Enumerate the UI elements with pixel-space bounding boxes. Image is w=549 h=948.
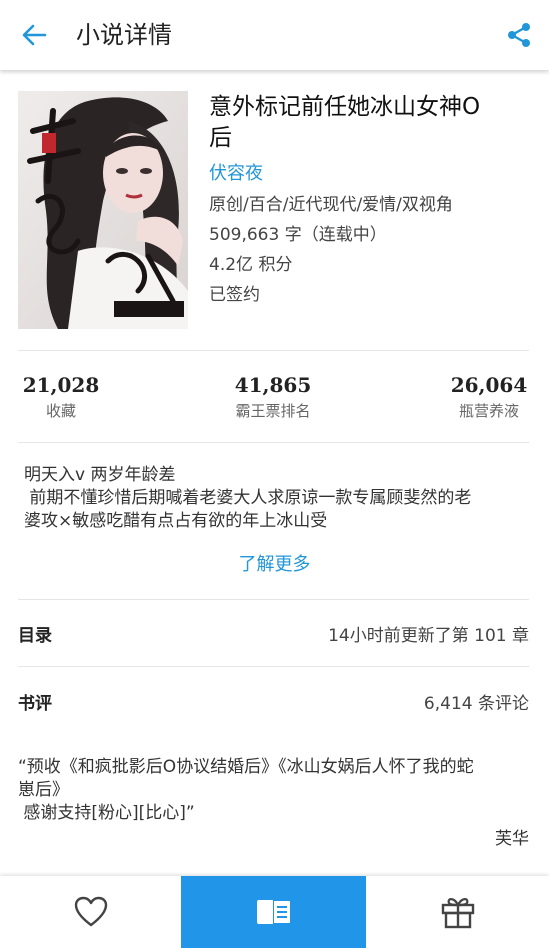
description-line: 前期不懂珍惜后期喊着老婆大人求原谅一款专属顾斐然的老 [24, 488, 472, 508]
book-title-line2: 后 [209, 125, 232, 151]
top-app-bar: 小说详情 [0, 0, 549, 70]
stats-row: 21,028 收藏 41,865 霸王票排名 26,064 瓶营养液 [18, 370, 529, 430]
divider [18, 350, 529, 351]
quote-line: 崽后》 [18, 780, 69, 800]
quote-line: “预收《和疯批影后O协议结婚后》《冰山女娲后人怀了我的蛇 [18, 757, 474, 777]
book-cover-art [18, 91, 188, 329]
catalog-row[interactable]: 目录 14小时前更新了第 101 章 [18, 616, 529, 650]
stat-label: 收藏 [45, 402, 76, 420]
page-title: 小说详情 [76, 21, 172, 49]
divider [18, 442, 529, 443]
back-button[interactable] [14, 17, 54, 53]
reviews-row[interactable]: 书评 6,414 条评论 [18, 684, 529, 718]
score: 4.2亿 积分 [209, 255, 293, 275]
book-title: 意外标记前任她冰山女神O 后 [209, 92, 539, 154]
favorite-button[interactable] [0, 876, 181, 948]
catalog-label: 目录 [18, 625, 52, 646]
stat-label: 霸王票排名 [235, 402, 311, 420]
author-link[interactable]: 伏容夜 [209, 162, 539, 186]
book-read-icon [256, 900, 291, 924]
bottom-nav [0, 876, 549, 948]
stat-label: 瓶营养液 [458, 402, 519, 420]
book-title-line1: 意外标记前任她冰山女神O [209, 94, 481, 120]
reviews-count: 6,414 条评论 [423, 693, 529, 714]
share-button[interactable] [499, 15, 539, 55]
stat-value: 41,865 [234, 373, 312, 397]
quote-line: 感谢支持[粉心][比心]” [18, 803, 195, 823]
word-count: 509,663 字（连载中） [209, 225, 387, 245]
description-line: 婆攻×敏感吃醋有点占有欲的年上冰山受 [24, 511, 328, 531]
stat-nutrient: 26,064 瓶营养液 [449, 370, 529, 422]
gift-button[interactable] [366, 876, 549, 948]
heart-icon [74, 896, 107, 927]
description-line: 明天入v 两岁年龄差 [24, 465, 176, 485]
stat-favorites: 21,028 收藏 [18, 370, 104, 422]
arrow-left-icon [22, 24, 47, 46]
catalog-update: 14小时前更新了第 101 章 [328, 625, 529, 646]
sign-status: 已签约 [209, 285, 260, 305]
divider [18, 666, 529, 667]
review-quote[interactable]: “预收《和疯批影后O协议结婚后》《冰山女娲后人怀了我的蛇 崽后》 感谢支持[粉心… [18, 756, 528, 825]
quote-author: 芙华 [495, 829, 529, 849]
book-description: 明天入v 两岁年龄差 前期不懂珍惜后期喊着老婆大人求原谅一款专属顾斐然的老 婆攻… [24, 464, 524, 533]
book-tags: 原创/百合/近代现代/爱情/双视角 [209, 195, 453, 215]
stat-ticket-rank: 41,865 霸王票排名 [218, 370, 328, 422]
book-cover[interactable] [18, 91, 188, 329]
read-button[interactable] [181, 876, 366, 948]
divider [18, 599, 529, 600]
stat-value: 26,064 [450, 373, 528, 397]
stat-value: 21,028 [22, 373, 100, 397]
read-more-link[interactable]: 了解更多 [0, 552, 549, 578]
reviews-label: 书评 [18, 693, 52, 714]
share-icon [508, 23, 530, 47]
gift-icon [441, 898, 474, 929]
book-info: 意外标记前任她冰山女神O 后 伏容夜 原创/百合/近代现代/爱情/双视角 509… [209, 92, 539, 310]
